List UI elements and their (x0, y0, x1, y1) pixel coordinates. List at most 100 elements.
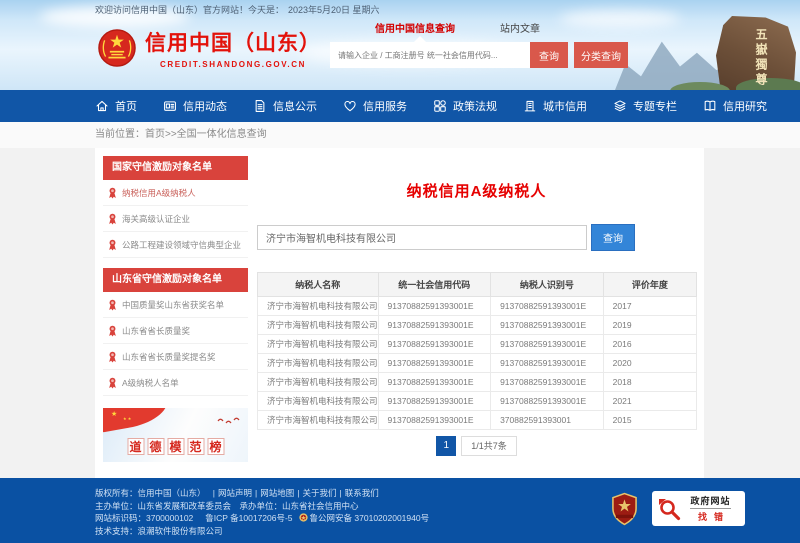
nav-item-label: 信息公示 (273, 98, 317, 114)
sidebar-item[interactable]: 中国质量奖山东省获奖名单 (103, 292, 248, 318)
sidebar-item-label: 公路工程建设领域守信典型企业 (122, 239, 241, 251)
header-search-input[interactable] (330, 42, 530, 68)
medal-icon (108, 187, 117, 199)
sidebar-item[interactable]: 公路工程建设领域守信典型企业 (103, 232, 248, 258)
table-cell: 91370882591393001E (378, 335, 491, 354)
breadcrumb: 当前位置：首页>>全国一体化信息查询 (0, 122, 800, 148)
table-row: 济宁市海智机电科技有限公司91370882591393001E913708825… (258, 392, 697, 411)
pagination: 1 1/1共7条 (255, 436, 698, 456)
medal-icon (108, 377, 117, 389)
nav-item-credit-service[interactable]: 信用服务 (343, 98, 407, 114)
nav-item-special-topics[interactable]: 专题专栏 (613, 98, 677, 114)
sidebar-section-title: 山东省守信激励对象名单 (103, 268, 248, 292)
sidebar-item-label: 中国质量奖山东省获奖名单 (122, 299, 224, 311)
table-header-row: 纳税人名称统一社会信用代码纳税人识别号评价年度 (258, 273, 697, 297)
sidebar-item-label: 纳税信用A级纳税人 (122, 187, 196, 199)
logo-text: 信用中国（山东） CREDIT.SHANDONG.GOV.CN (145, 27, 321, 69)
banner-char: 道 (127, 438, 144, 455)
table-cell: 2018 (603, 373, 696, 392)
table-cell: 济宁市海智机电科技有限公司 (258, 411, 379, 430)
footer-link-separator: | (297, 488, 299, 498)
banner-char: 德 (147, 438, 164, 455)
home-icon (95, 99, 109, 113)
gov-shield-badge[interactable] (611, 492, 638, 526)
nav-item-label: 专题专栏 (633, 98, 677, 114)
search-tab-credit-china-query[interactable]: 信用中国信息查询 (375, 20, 455, 34)
sidebar: 国家守信激励对象名单纳税信用A级纳税人海关高级认证企业公路工程建设领域守信典型企… (103, 156, 248, 462)
table-row: 济宁市海智机电科技有限公司91370882591393001E913708825… (258, 373, 697, 392)
nav-item-credit-news[interactable]: 信用动态 (163, 98, 227, 114)
nav-item-credit-research[interactable]: 信用研究 (703, 98, 767, 114)
footer-link[interactable]: 网站声明 (218, 488, 252, 498)
company-search-input[interactable] (257, 225, 587, 250)
footer-link[interactable]: 网站地图 (260, 488, 294, 498)
search-tab-site-articles[interactable]: 站内文章 (500, 20, 540, 34)
sidebar-item[interactable]: A级纳税人名单 (103, 370, 248, 396)
table-cell: 370882591393001 (491, 411, 604, 430)
sidebar-item[interactable]: 纳税信用A级纳税人 (103, 180, 248, 206)
sidebar-item[interactable]: 山东省省长质量奖 (103, 318, 248, 344)
footer-link[interactable]: 关于我们 (302, 488, 336, 498)
sidebar-item[interactable]: 山东省省长质量奖提名奖 (103, 344, 248, 370)
search-tabs: 信用中国信息查询 站内文章 (330, 20, 635, 34)
table-cell: 91370882591393001E (378, 392, 491, 411)
nav-item-home[interactable]: 首页 (95, 98, 137, 114)
table-cell: 91370882591393001E (491, 335, 604, 354)
company-query-row: 查询 (257, 224, 635, 251)
moral-model-banner[interactable]: ★ ★ ★ 道德模范榜 (103, 408, 248, 462)
nav-item-label: 政策法规 (453, 98, 497, 114)
table-row: 济宁市海智机电科技有限公司91370882591393001E913708825… (258, 354, 697, 373)
nav-item-city-credit[interactable]: 城市信用 (523, 98, 587, 114)
table-cell: 91370882591393001E (378, 373, 491, 392)
sidebar-section: 山东省守信激励对象名单中国质量奖山东省获奖名单山东省省长质量奖山东省省长质量奖提… (103, 268, 248, 396)
main-content: 纳税信用A级纳税人 查询 纳税人名称统一社会信用代码纳税人识别号评价年度 济宁市… (255, 148, 698, 478)
news-icon (163, 99, 177, 113)
sidebar-item[interactable]: 海关高级认证企业 (103, 206, 248, 232)
footer-link[interactable]: 联系我们 (345, 488, 379, 498)
table-cell: 91370882591393001E (491, 373, 604, 392)
footer-tech-support: 技术支持：浪潮软件股份有限公司 (95, 525, 429, 538)
police-badge-icon (293, 513, 310, 523)
nav-item-info-publicity[interactable]: 信息公示 (253, 98, 317, 114)
document-icon (253, 99, 267, 113)
footer-copyright: 版权所有：信用中国（山东） (95, 488, 210, 498)
search-row: 查询 分类查询 (330, 42, 635, 68)
active-tab-caret (414, 36, 426, 42)
sidebar-item-label: 海关高级认证企业 (122, 213, 190, 225)
site-logo[interactable]: 信用中国（山东） CREDIT.SHANDONG.GOV.CN (98, 27, 321, 69)
table-header-cell: 纳税人识别号 (491, 273, 604, 297)
category-query-button[interactable]: 分类查询 (574, 42, 628, 68)
sidebar-section-title: 国家守信激励对象名单 (103, 156, 248, 180)
layers-icon (613, 99, 627, 113)
nav-item-label: 信用研究 (723, 98, 767, 114)
topbar: 欢迎访问信用中国（山东）官方网站！今天是：2023年5月20日 星期六 (95, 3, 384, 16)
query-button[interactable]: 查询 (591, 224, 635, 251)
footer-badges: 政府网站 找错 (611, 491, 745, 526)
grid-icon (433, 99, 447, 113)
page-number-button[interactable]: 1 (436, 436, 456, 456)
nav-item-policies[interactable]: 政策法规 (433, 98, 497, 114)
table-cell: 济宁市海智机电科技有限公司 (258, 354, 379, 373)
finderror-text: 政府网站 找错 (681, 494, 740, 523)
results-table: 纳税人名称统一社会信用代码纳税人识别号评价年度 济宁市海智机电科技有限公司913… (257, 272, 697, 430)
table-cell: 济宁市海智机电科技有限公司 (258, 373, 379, 392)
table-header-cell: 统一社会信用代码 (378, 273, 491, 297)
page: 欢迎访问信用中国（山东）官方网站！今天是：2023年5月20日 星期六 五嶽獨尊 (0, 0, 800, 543)
footer-link-separator: | (255, 488, 257, 498)
footer-icp[interactable]: 鲁ICP 备10017206号-5 (205, 513, 292, 523)
table-cell: 济宁市海智机电科技有限公司 (258, 335, 379, 354)
medal-icon (108, 213, 117, 225)
main-nav: 首页 信用动态 信息公示 信用服务 政策法规 城市信用 专题专栏 信用研究 (0, 90, 800, 122)
banner-char: 榜 (207, 438, 224, 455)
sidebar-section: 国家守信激励对象名单纳税信用A级纳税人海关高级认证企业公路工程建设领域守信典型企… (103, 156, 248, 258)
content-area: 国家守信激励对象名单纳税信用A级纳税人海关高级认证企业公路工程建设领域守信典型企… (0, 148, 800, 478)
site-footer: 版权所有：信用中国（山东） |网站声明|网站地图|关于我们|联系我们 主办单位：… (0, 478, 800, 543)
gov-finderror-badge[interactable]: 政府网站 找错 (652, 491, 745, 526)
footer-police-no[interactable]: 鲁公网安备 37010202001940号 (310, 513, 430, 523)
table-header-cell: 纳税人名称 (258, 273, 379, 297)
nav-item-label: 首页 (115, 98, 137, 114)
table-cell: 91370882591393001E (491, 316, 604, 335)
site-header: 欢迎访问信用中国（山东）官方网站！今天是：2023年5月20日 星期六 五嶽獨尊 (0, 0, 800, 90)
header-query-button[interactable]: 查询 (530, 42, 568, 68)
sidebar-item-label: 山东省省长质量奖 (122, 325, 190, 337)
